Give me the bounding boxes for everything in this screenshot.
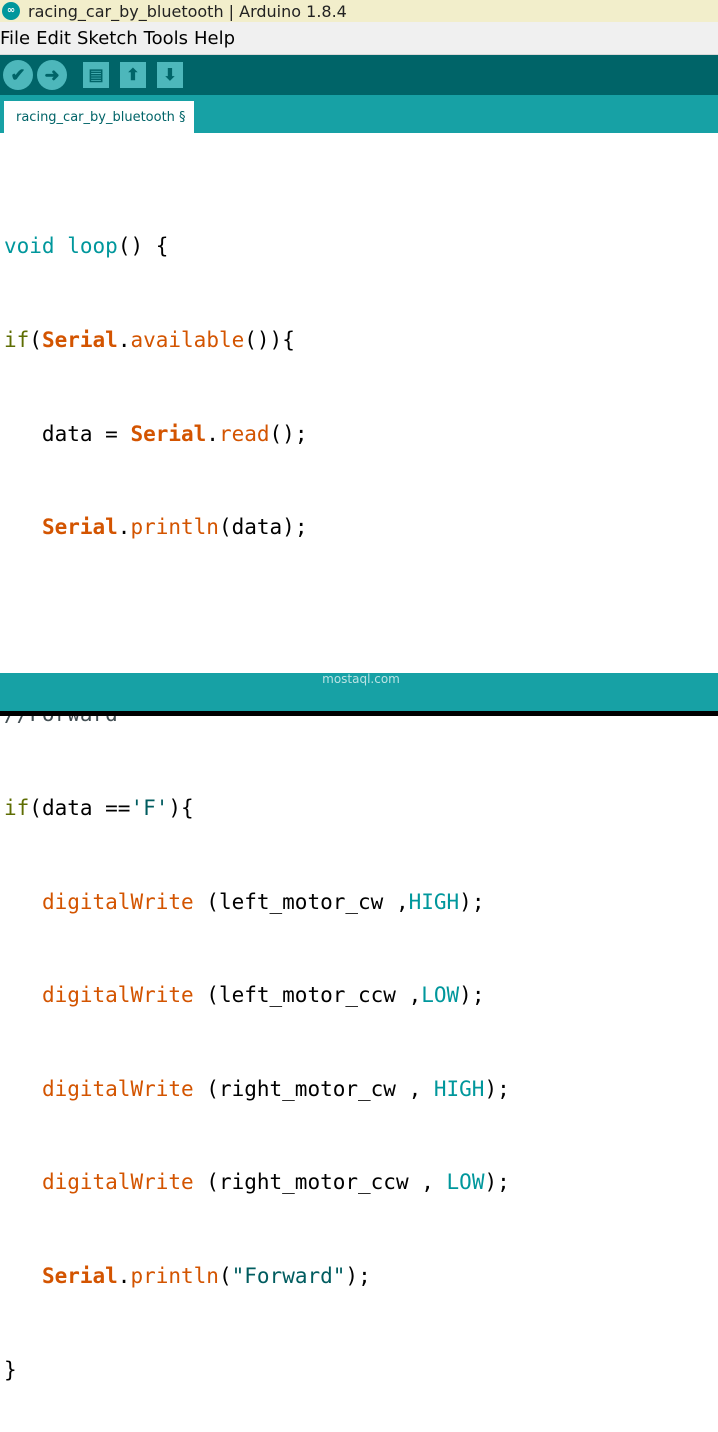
code-token: ); bbox=[345, 1263, 371, 1288]
window-bottom-edge bbox=[0, 711, 718, 716]
menu-tools[interactable]: Tools bbox=[144, 28, 194, 49]
code-token: (right_motor_cw , bbox=[193, 1076, 434, 1101]
code-token: available bbox=[130, 328, 245, 352]
upload-button[interactable]: ➜ bbox=[37, 60, 67, 90]
code-token: digitalWrite bbox=[41, 1076, 194, 1101]
code-line: digitalWrite (right_motor_ccw , LOW); bbox=[4, 1167, 510, 1198]
checkmark-icon: ✔ bbox=[10, 64, 26, 85]
code-token: ( bbox=[218, 1263, 232, 1288]
watermark: مستقل mostaql.com bbox=[316, 647, 406, 687]
document-icon: ▤ bbox=[88, 67, 104, 84]
code-token: LOW bbox=[421, 983, 460, 1008]
code-token: (left_motor_ccw , bbox=[193, 983, 422, 1008]
code-token: ); bbox=[459, 889, 485, 914]
menu-help[interactable]: Help bbox=[194, 28, 241, 49]
menu-sketch[interactable]: Sketch bbox=[77, 28, 144, 49]
code-line: void loop() { bbox=[4, 231, 510, 262]
code-token: println bbox=[130, 515, 219, 540]
code-token: loop bbox=[67, 234, 118, 259]
code-line: } bbox=[4, 1355, 510, 1386]
menu-bar: File Edit Sketch Tools Help bbox=[0, 22, 718, 55]
save-button[interactable]: ⬇ bbox=[157, 62, 183, 88]
code-token: println bbox=[130, 1263, 219, 1288]
code-token: Serial bbox=[41, 328, 118, 352]
menu-edit[interactable]: Edit bbox=[36, 28, 77, 49]
new-sketch-button[interactable]: ▤ bbox=[83, 62, 109, 88]
arrow-up-icon: ⬆ bbox=[126, 67, 140, 84]
code-token: ()){ bbox=[244, 328, 295, 352]
verify-button[interactable]: ✔ bbox=[3, 60, 33, 90]
code-text: void loop() { if(Serial.available()){ da… bbox=[4, 169, 510, 1432]
watermark-logo: مستقل bbox=[320, 647, 402, 672]
code-token: . bbox=[117, 515, 131, 540]
code-token: . bbox=[206, 421, 219, 446]
code-token: (left_motor_cw , bbox=[193, 889, 409, 914]
code-token: "Forward" bbox=[231, 1263, 346, 1288]
code-token: Serial bbox=[41, 515, 118, 540]
code-token: digitalWrite bbox=[41, 889, 194, 914]
code-line: digitalWrite (right_motor_cw , HIGH); bbox=[4, 1074, 510, 1105]
code-token: ); bbox=[459, 983, 485, 1008]
code-token: . bbox=[117, 328, 131, 352]
code-token: ( bbox=[29, 328, 42, 352]
code-line: if(Serial.available()){ bbox=[4, 325, 510, 356]
code-line: Serial.println(data); bbox=[4, 512, 510, 543]
menu-file[interactable]: File bbox=[0, 28, 36, 49]
code-line: if(data =='F'){ bbox=[4, 793, 510, 824]
arduino-logo-icon: ∞ bbox=[2, 2, 20, 20]
code-token: if bbox=[4, 795, 30, 820]
code-token: data = bbox=[4, 421, 131, 446]
code-line: digitalWrite (left_motor_ccw ,LOW); bbox=[4, 980, 510, 1011]
code-token: Serial bbox=[130, 421, 207, 446]
code-token: digitalWrite bbox=[41, 983, 194, 1008]
tab-racing-car-by-bluetooth[interactable]: racing_car_by_bluetooth § bbox=[4, 101, 194, 133]
code-token: Serial bbox=[41, 1263, 118, 1288]
code-token: void bbox=[4, 234, 55, 259]
code-token: LOW bbox=[446, 1170, 485, 1195]
code-token: digitalWrite bbox=[41, 1170, 194, 1195]
code-token: HIGH bbox=[433, 1076, 485, 1101]
window-titlebar: ∞ racing_car_by_bluetooth | Arduino 1.8.… bbox=[0, 0, 718, 22]
code-token: (right_motor_ccw , bbox=[193, 1170, 447, 1195]
open-button[interactable]: ⬆ bbox=[120, 62, 146, 88]
code-token: () { bbox=[117, 234, 169, 259]
code-token: (data); bbox=[218, 515, 308, 540]
tab-bar: racing_car_by_bluetooth § bbox=[0, 95, 718, 133]
code-token: if bbox=[4, 328, 30, 352]
code-line: Serial.println("Forward"); bbox=[4, 1261, 510, 1292]
code-token: HIGH bbox=[408, 889, 460, 914]
code-token: ); bbox=[484, 1170, 510, 1195]
arrow-down-icon: ⬇ bbox=[163, 67, 177, 84]
watermark-text: mostaql.com bbox=[322, 672, 400, 686]
code-token: (); bbox=[269, 421, 308, 446]
code-token: . bbox=[117, 1263, 131, 1288]
arrow-right-icon: ➜ bbox=[44, 64, 60, 85]
code-token: ); bbox=[484, 1076, 510, 1101]
code-token: ){ bbox=[168, 795, 194, 820]
code-editor[interactable]: void loop() { if(Serial.available()){ da… bbox=[0, 133, 718, 1382]
code-line: data = Serial.read(); bbox=[4, 419, 510, 450]
code-line: digitalWrite (left_motor_cw ,HIGH); bbox=[4, 887, 510, 918]
code-token: read bbox=[218, 421, 270, 446]
code-token: 'F' bbox=[130, 795, 169, 820]
code-token: } bbox=[4, 1357, 17, 1382]
toolbar: ✔ ➜ ▤ ⬆ ⬇ bbox=[0, 55, 718, 95]
window-title: racing_car_by_bluetooth | Arduino 1.8.4 bbox=[28, 1, 347, 21]
code-token: (data == bbox=[29, 795, 131, 820]
